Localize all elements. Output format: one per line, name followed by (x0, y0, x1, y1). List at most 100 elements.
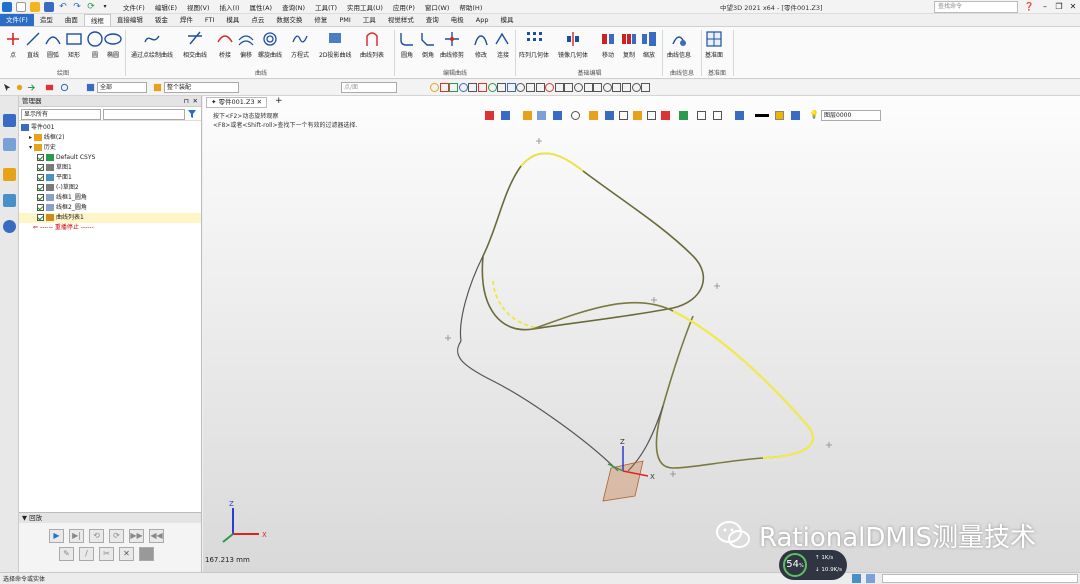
redo-icon[interactable]: ↷ (72, 2, 82, 12)
ribbon-tab[interactable]: 修复 (308, 14, 333, 26)
quick-access-dropdown-icon[interactable]: ▾ (100, 2, 110, 12)
loop-button[interactable]: ⟳ (109, 529, 124, 543)
arc-button[interactable]: 圆弧 (44, 30, 62, 59)
visibility-checkbox[interactable] (37, 184, 44, 191)
snap-tool-icon[interactable] (612, 83, 622, 92)
copy-button[interactable]: 复制 (620, 30, 638, 59)
ribbon-tab[interactable]: 点云 (245, 14, 270, 26)
snap-tool-icon[interactable] (430, 83, 439, 92)
scale-button[interactable]: 缩放 (640, 30, 658, 59)
offset-button[interactable]: 偏移 (237, 30, 255, 59)
panel-close-icon[interactable]: ✕ (193, 96, 198, 107)
ribbon-tab[interactable]: 焊件 (174, 14, 199, 26)
repeat-button[interactable]: ⟲ (89, 529, 104, 543)
save-icon[interactable] (44, 1, 54, 12)
tree-item[interactable]: Default CSYS (19, 153, 201, 163)
datum-plane-button[interactable]: 基准面 (705, 30, 723, 59)
file-tab[interactable]: 文件(F) (0, 14, 34, 26)
menu-item[interactable]: 帮助(H) (454, 2, 487, 12)
stop-button[interactable] (139, 547, 154, 561)
snap-tool-icon[interactable] (439, 83, 449, 92)
snap-tool-icon[interactable] (516, 83, 526, 92)
snap-tool-icon[interactable] (478, 83, 487, 92)
ribbon-tab[interactable]: 线框 (83, 14, 111, 26)
ribbon-tab[interactable]: 造型 (34, 14, 59, 26)
visibility-checkbox[interactable] (37, 164, 44, 171)
snap-tool-icon[interactable] (526, 83, 535, 92)
menu-item[interactable]: 窗口(W) (420, 2, 455, 12)
view-tab-icon[interactable] (3, 168, 16, 181)
menu-item[interactable]: 视图(V) (182, 2, 215, 12)
snap-tool-icon[interactable] (574, 83, 583, 92)
pen-tool-button[interactable]: / (79, 547, 94, 561)
modify-button[interactable]: 修改 (472, 30, 490, 59)
ribbon-tab[interactable]: 电极 (445, 14, 470, 26)
ribbon-tab[interactable]: 模具 (494, 14, 519, 26)
new-file-icon[interactable] (16, 1, 26, 12)
trim-curve-button[interactable]: 曲线修剪 (440, 30, 464, 59)
tree-item[interactable]: (-)草图2 (19, 183, 201, 193)
menu-item[interactable]: 文件(F) (118, 2, 150, 12)
menu-item[interactable]: 应用(P) (388, 2, 420, 12)
manager-search-input[interactable] (103, 109, 185, 120)
snap-tool-icon[interactable] (602, 83, 612, 92)
ribbon-tab[interactable]: 数据交换 (270, 14, 308, 26)
point-button[interactable]: 点 (4, 30, 22, 59)
ribbon-tab[interactable]: 钣金 (149, 14, 174, 26)
menu-item[interactable]: 插入(I) (215, 2, 245, 12)
curve-upper-rounded[interactable] (481, 152, 705, 331)
status-icon-2[interactable] (866, 574, 875, 583)
snap-tool-icon[interactable] (497, 83, 507, 92)
manager-tab-icon[interactable] (3, 114, 16, 127)
pick-mode-combo[interactable]: 点/面 (341, 82, 397, 93)
tree-item[interactable]: 线框1_圆角 (19, 193, 201, 203)
visibility-checkbox[interactable] (37, 154, 44, 161)
restore-button[interactable]: ❐ (1052, 0, 1066, 14)
curve-info-button[interactable]: 曲线信息 (667, 30, 691, 59)
move-button[interactable]: 移动 (599, 30, 617, 59)
scope-combo[interactable]: 整个装配 (164, 82, 239, 93)
snap-tool-icon[interactable] (449, 83, 459, 92)
menu-item[interactable]: 属性(A) (245, 2, 278, 12)
ribbon-tab[interactable]: PMI (333, 14, 356, 26)
helix-button[interactable]: 螺旋曲线 (258, 30, 282, 59)
step-forward-button[interactable]: ▶| (69, 529, 84, 543)
snap-tool-icon[interactable] (468, 83, 478, 92)
snap-tool-icon[interactable] (622, 83, 631, 92)
display-combo[interactable]: 显示所有 (21, 109, 101, 120)
equation-button[interactable]: 方程式 (291, 30, 309, 59)
history-tab-icon[interactable] (3, 138, 16, 151)
delete-button[interactable]: ✕ (119, 547, 134, 561)
snap-tool-icon[interactable] (564, 83, 574, 92)
minimize-button[interactable]: – (1038, 0, 1052, 14)
filter-combo[interactable]: 全部 (97, 82, 147, 93)
ribbon-tab[interactable]: 工具 (357, 14, 382, 26)
ribbon-tab[interactable]: 模具 (220, 14, 245, 26)
tree-item[interactable]: 草图1 (19, 163, 201, 173)
visibility-checkbox[interactable] (37, 174, 44, 181)
user-tab-icon[interactable] (3, 220, 16, 233)
snap-tool-icon[interactable] (506, 83, 516, 92)
pattern-geometry-button[interactable]: 阵列几何体 (519, 30, 549, 59)
arrow-right-icon[interactable] (27, 83, 36, 92)
menu-item[interactable]: 编辑(E) (150, 2, 182, 12)
snap-tool-icon[interactable] (593, 83, 603, 92)
join-button[interactable]: 连接 (494, 30, 512, 59)
bridge-button[interactable]: 桥接 (216, 30, 234, 59)
rectangle-button[interactable]: 矩形 (65, 30, 83, 59)
undo-icon[interactable]: ↶ (58, 2, 68, 12)
regen-icon[interactable]: ⟳ (86, 2, 96, 12)
funnel-filter-icon[interactable] (187, 109, 197, 119)
ribbon-tab[interactable]: 直接编辑 (111, 14, 149, 26)
tree-item[interactable]: 零件001 (19, 123, 201, 133)
ellipse-button[interactable]: 椭圆 (104, 30, 122, 59)
fast-forward-button[interactable]: ▶▶ (129, 529, 144, 543)
projection-curve-button[interactable]: 2D投影曲线 (319, 30, 351, 59)
snap-tool-icon[interactable] (487, 83, 497, 92)
ribbon-tab[interactable]: App (470, 14, 495, 26)
edit-tool-button[interactable]: ✎ (59, 547, 74, 561)
menu-item[interactable]: 实用工具(U) (342, 2, 388, 12)
ribbon-tab[interactable]: 视觉样式 (382, 14, 420, 26)
command-search-input[interactable]: 查找命令 (934, 1, 1018, 13)
menu-item[interactable]: 工具(T) (310, 2, 342, 12)
